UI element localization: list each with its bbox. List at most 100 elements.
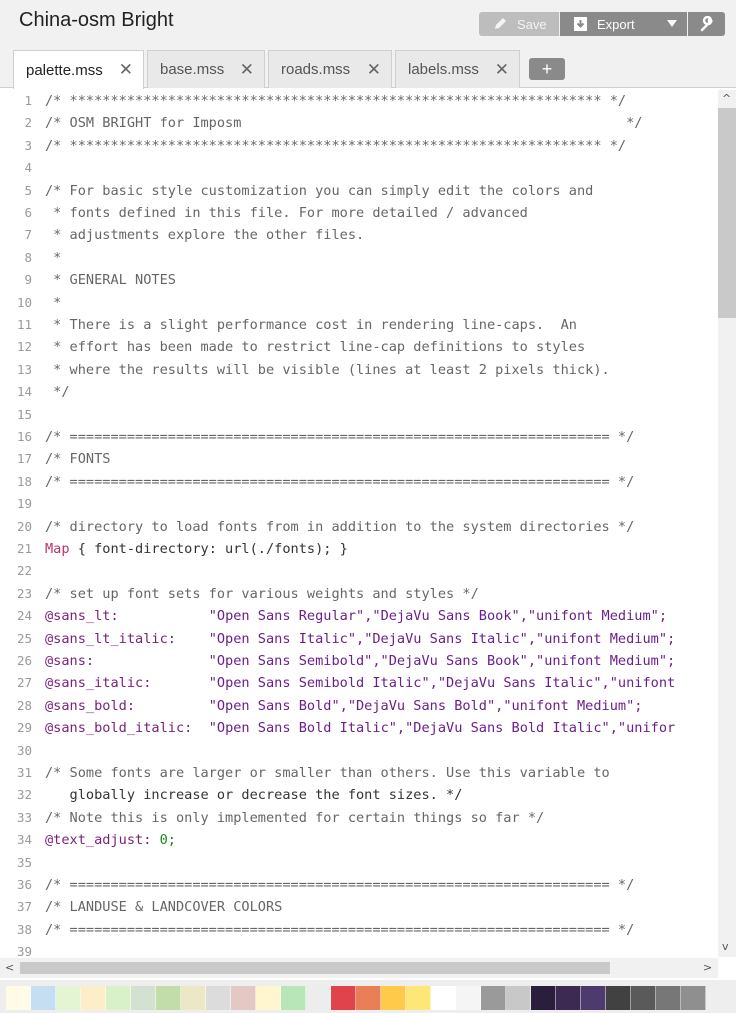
tab-label: labels.mss <box>408 61 479 78</box>
scroll-up-icon[interactable]: ^ <box>722 92 731 105</box>
code-line: globally increase or decrease the font s… <box>45 787 463 804</box>
line-number: 37 <box>16 899 32 915</box>
code-editor[interactable]: 1 2 3 4 5 6 7 8 9 10 11 12 13 14 15 16 17 18 19 20 21 22 23 24 2… <box>0 90 718 957</box>
line-number: 20 <box>16 518 32 534</box>
code-line: /* Note this is only implemented for cer… <box>45 809 545 826</box>
code-line: /* set up font sets for various weights … <box>45 585 479 602</box>
color-swatch[interactable] <box>606 986 631 1010</box>
line-number: 28 <box>16 697 32 713</box>
save-button[interactable]: Save <box>479 12 559 36</box>
vertical-scroll-thumb[interactable] <box>718 108 736 318</box>
line-number: 9 <box>24 272 32 288</box>
line-number: 26 <box>16 653 32 668</box>
line-number: 34 <box>16 832 32 848</box>
color-swatch[interactable] <box>56 986 81 1010</box>
color-swatch[interactable] <box>456 986 481 1010</box>
color-swatch[interactable] <box>6 986 31 1010</box>
color-swatch[interactable] <box>256 986 281 1010</box>
line-number: 16 <box>16 429 32 444</box>
code-line: /* *************************************… <box>45 137 627 154</box>
scroll-right-icon[interactable]: > <box>703 961 712 974</box>
project-title: China-osm Bright <box>19 9 174 31</box>
color-swatch[interactable] <box>231 986 256 1010</box>
tab-label: base.mss <box>160 61 225 78</box>
code-line: @sans_lt: "Open Sans Regular","DejaVu Sa… <box>45 608 668 625</box>
color-swatch[interactable] <box>331 986 356 1010</box>
color-swatch[interactable] <box>581 986 606 1010</box>
color-swatch[interactable] <box>381 986 406 1010</box>
color-swatch[interactable] <box>281 986 306 1010</box>
code-line: @sans_bold_italic: "Open Sans Bold Itali… <box>45 720 676 737</box>
color-swatch[interactable] <box>156 986 181 1010</box>
export-button[interactable]: Export <box>560 12 687 36</box>
close-icon[interactable]: ✕ <box>495 61 509 78</box>
line-number: 25 <box>16 630 32 646</box>
code-line: /* Some fonts are larger or smaller than… <box>45 765 610 781</box>
settings-button[interactable] <box>688 12 725 36</box>
export-label: Export <box>597 16 635 32</box>
line-number: 12 <box>16 339 32 355</box>
line-number: 32 <box>16 787 32 803</box>
color-swatch[interactable] <box>406 986 431 1010</box>
color-swatch[interactable] <box>181 986 206 1010</box>
line-number: 11 <box>16 317 32 332</box>
line-number: 4 <box>24 160 32 176</box>
color-swatch[interactable] <box>106 986 131 1010</box>
code-line: * <box>45 249 62 266</box>
download-icon <box>574 17 587 31</box>
save-label: Save <box>517 16 547 32</box>
tab-label: roads.mss <box>281 61 351 78</box>
color-swatch[interactable] <box>506 986 531 1010</box>
line-number: 3 <box>24 137 32 153</box>
line-number: 13 <box>16 361 32 377</box>
code-line: /* =====================================… <box>45 473 635 490</box>
color-swatch[interactable] <box>31 986 56 1010</box>
line-number: 2 <box>24 115 32 131</box>
code-line: * fonts defined in this file. For more d… <box>45 205 528 221</box>
color-swatch[interactable] <box>556 986 581 1010</box>
color-swatch[interactable] <box>356 986 381 1010</box>
scroll-down-icon[interactable]: v <box>722 940 729 953</box>
tab-palette[interactable]: palette.mss ✕ <box>13 50 144 89</box>
code-line: @sans: "Open Sans Semibold","DejaVu Sans… <box>45 653 676 669</box>
code-line: @sans_bold: "Open Sans Bold","DejaVu San… <box>45 697 643 714</box>
code-line: /* =====================================… <box>45 877 635 893</box>
code-line: Map { font-directory: url(./fonts); } <box>45 541 348 557</box>
line-number: 39 <box>16 944 32 957</box>
line-number: 24 <box>16 608 32 624</box>
line-number: 6 <box>24 205 32 220</box>
color-palette-bar <box>0 980 736 1013</box>
color-swatch[interactable] <box>681 986 706 1010</box>
code-line: @sans_lt_italic: "Open Sans Italic","Dej… <box>45 630 676 647</box>
code-line: * There is a slight performance cost in … <box>45 317 577 333</box>
app-header: China-osm Bright Save Export <box>0 0 736 46</box>
close-icon[interactable]: ✕ <box>367 61 381 78</box>
tab-roads[interactable]: roads.mss ✕ <box>268 50 392 88</box>
line-number: 10 <box>16 294 32 310</box>
color-swatch[interactable] <box>631 986 656 1010</box>
close-icon[interactable]: ✕ <box>119 61 133 78</box>
add-tab-button[interactable]: + <box>529 58 565 80</box>
color-swatch[interactable] <box>306 986 331 1010</box>
code-line: /* For basic style customization you can… <box>45 182 594 199</box>
scroll-left-icon[interactable]: < <box>5 961 14 974</box>
tab-base[interactable]: base.mss ✕ <box>147 50 265 88</box>
code-line: @sans_italic: "Open Sans Semibold Italic… <box>45 675 676 692</box>
line-number: 30 <box>16 742 32 758</box>
pencil-icon <box>495 18 506 29</box>
color-swatch[interactable] <box>81 986 106 1010</box>
color-swatch[interactable] <box>131 986 156 1010</box>
color-swatch[interactable] <box>206 986 231 1010</box>
line-number: 36 <box>16 877 32 892</box>
tab-labels[interactable]: labels.mss ✕ <box>395 50 520 88</box>
color-swatch[interactable] <box>431 986 456 1010</box>
line-number: 31 <box>16 765 32 780</box>
color-swatch[interactable] <box>531 986 556 1010</box>
close-icon[interactable]: ✕ <box>240 61 254 78</box>
horizontal-scroll-thumb[interactable] <box>20 962 610 974</box>
line-number: 8 <box>24 249 32 265</box>
color-swatch[interactable] <box>481 986 506 1010</box>
color-swatch[interactable] <box>656 986 681 1010</box>
code-line: /* =====================================… <box>45 429 635 445</box>
code-line: * <box>45 294 62 311</box>
